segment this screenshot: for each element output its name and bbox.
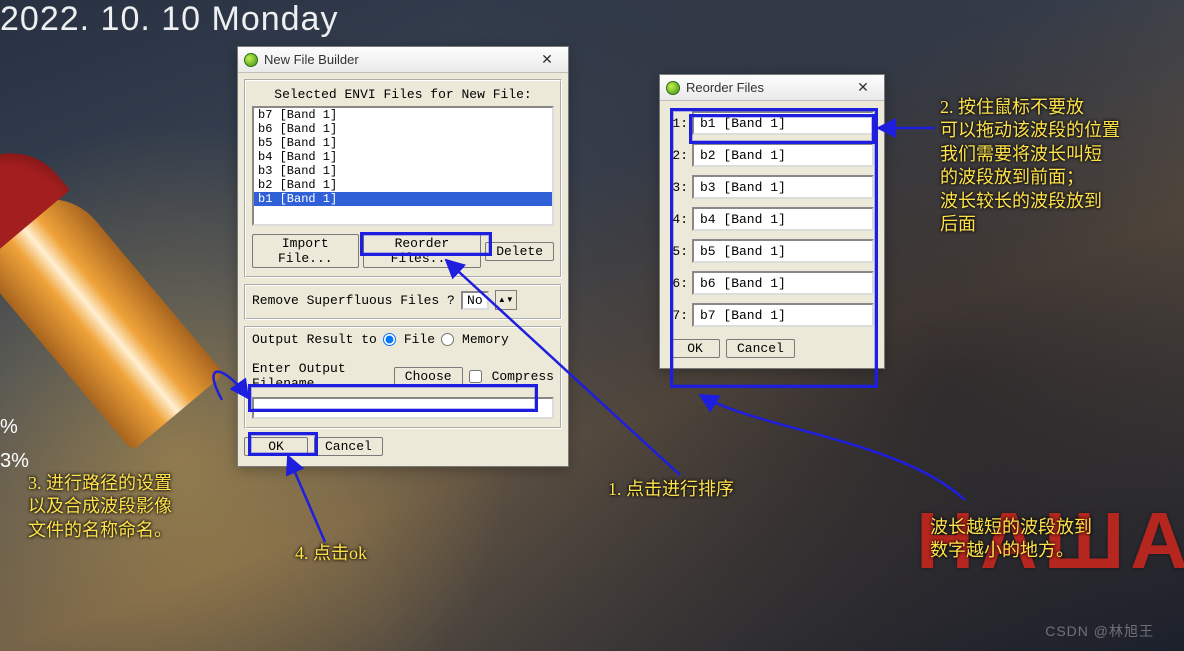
reorder-files-dialog: Reorder Files ✕ 1: b1 [Band 1] 2: b2 [Band … xyxy=(659,74,885,369)
reorder-row[interactable]: 3: b3 [Band 1] xyxy=(670,175,874,199)
reorder-band-field[interactable]: b6 [Band 1] xyxy=(692,271,874,295)
annotation-4: 4. 点击ok xyxy=(295,542,367,565)
builder-titlebar[interactable]: New File Builder ✕ xyxy=(238,47,568,73)
close-icon[interactable]: ✕ xyxy=(848,79,878,97)
output-file-radio[interactable]: File xyxy=(383,332,435,347)
reorder-row-number: 7: xyxy=(670,308,688,323)
output-memory-radio[interactable]: Memory xyxy=(441,332,509,347)
file-list-item[interactable]: b7 [Band 1] xyxy=(254,108,552,122)
reorder-band-field[interactable]: b5 [Band 1] xyxy=(692,239,874,263)
reorder-list: 1: b1 [Band 1] 2: b2 [Band 1] 3: b3 [Band 1] 4… xyxy=(666,107,878,331)
reorder-row-number: 5: xyxy=(670,244,688,259)
file-list-item[interactable]: b3 [Band 1] xyxy=(254,164,552,178)
choose-button[interactable]: Choose xyxy=(394,367,463,386)
file-list-item[interactable]: b2 [Band 1] xyxy=(254,178,552,192)
remove-superfluous-value[interactable]: No xyxy=(461,291,489,310)
output-filename-input[interactable] xyxy=(252,397,554,419)
reorder-row[interactable]: 7: b7 [Band 1] xyxy=(670,303,874,327)
reorder-row-number: 6: xyxy=(670,276,688,291)
date-overlay: 2022. 10. 10 Monday xyxy=(0,2,338,36)
overlay-percent-1: % xyxy=(0,416,18,439)
reorder-band-field[interactable]: b4 [Band 1] xyxy=(692,207,874,231)
envi-icon xyxy=(244,53,258,67)
reorder-band-field[interactable]: b2 [Band 1] xyxy=(692,143,874,167)
reorder-files-button[interactable]: Reorder Files... xyxy=(363,234,482,268)
reorder-band-field[interactable]: b1 [Band 1] xyxy=(692,111,874,135)
reorder-row[interactable]: 2: b2 [Band 1] xyxy=(670,143,874,167)
close-icon[interactable]: ✕ xyxy=(532,51,562,69)
reorder-band-field[interactable]: b3 [Band 1] xyxy=(692,175,874,199)
reorder-row-number: 2: xyxy=(670,148,688,163)
overlay-percent-2: 3% xyxy=(0,450,29,473)
annotation-2: 2. 按住鼠标不要放 可以拖动该波段的位置 我们需要将波长叫短 的波段放到前面；… xyxy=(940,96,1180,236)
reorder-title: Reorder Files xyxy=(686,80,842,95)
enter-filename-label: Enter Output Filename xyxy=(252,361,388,391)
reorder-titlebar[interactable]: Reorder Files ✕ xyxy=(660,75,884,101)
output-panel: Output Result to File Memory Enter Outpu… xyxy=(244,326,562,429)
reorder-row-number: 3: xyxy=(670,180,688,195)
csdn-watermark: CSDN @林旭王 xyxy=(1045,621,1154,641)
file-list-item[interactable]: b1 [Band 1] xyxy=(254,192,552,206)
remove-superfluous-toggle[interactable]: ▲▼ xyxy=(495,290,517,310)
ok-button[interactable]: OK xyxy=(244,437,308,456)
selected-files-label: Selected ENVI Files for New File: xyxy=(252,87,554,102)
builder-title: New File Builder xyxy=(264,52,526,67)
remove-superfluous-panel: Remove Superfluous Files ? No ▲▼ xyxy=(244,284,562,320)
file-listbox[interactable]: b7 [Band 1]b6 [Band 1]b5 [Band 1]b4 [Ban… xyxy=(252,106,554,226)
file-list-item[interactable]: b6 [Band 1] xyxy=(254,122,552,136)
reorder-cancel-button[interactable]: Cancel xyxy=(726,339,795,358)
remove-superfluous-label: Remove Superfluous Files ? xyxy=(252,293,455,308)
reorder-band-field[interactable]: b7 [Band 1] xyxy=(692,303,874,327)
reorder-row[interactable]: 5: b5 [Band 1] xyxy=(670,239,874,263)
envi-icon xyxy=(666,81,680,95)
reorder-row[interactable]: 4: b4 [Band 1] xyxy=(670,207,874,231)
compress-checkbox[interactable]: Compress xyxy=(469,369,554,384)
annotation-5: 波长越短的波段放到 数字越小的地方。 xyxy=(930,516,1092,563)
import-file-button[interactable]: Import File... xyxy=(252,234,359,268)
output-result-label: Output Result to xyxy=(252,332,377,347)
file-list-item[interactable]: b4 [Band 1] xyxy=(254,150,552,164)
new-file-builder-dialog: New File Builder ✕ Selected ENVI Files f… xyxy=(237,46,569,467)
reorder-row[interactable]: 6: b6 [Band 1] xyxy=(670,271,874,295)
delete-button[interactable]: Delete xyxy=(485,242,554,261)
file-list-item[interactable]: b5 [Band 1] xyxy=(254,136,552,150)
reorder-row-number: 4: xyxy=(670,212,688,227)
annotation-3: 3. 进行路径的设置 以及合成波段影像 文件的名称命名。 xyxy=(28,472,172,542)
cancel-button[interactable]: Cancel xyxy=(314,437,383,456)
reorder-row-number: 1: xyxy=(670,116,688,131)
reorder-ok-button[interactable]: OK xyxy=(670,339,720,358)
annotation-1: 1. 点击进行排序 xyxy=(608,478,734,501)
reorder-row[interactable]: 1: b1 [Band 1] xyxy=(670,111,874,135)
selected-files-panel: Selected ENVI Files for New File: b7 [Ba… xyxy=(244,79,562,278)
